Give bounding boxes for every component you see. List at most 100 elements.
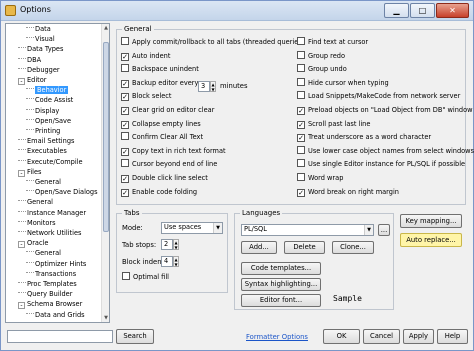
- option-checkbox[interactable]: ✓ Clear grid on editor clear: [121, 105, 214, 115]
- checkmark-icon[interactable]: ✓: [121, 79, 129, 88]
- option-checkbox[interactable]: Backspace unindent: [121, 64, 199, 74]
- option-checkbox[interactable]: Word wrap: [297, 173, 343, 183]
- add-language-button[interactable]: Add...: [241, 241, 277, 254]
- option-checkbox[interactable]: ✓ Enable code folding: [121, 187, 197, 197]
- syntax-highlighting-button[interactable]: Syntax highlighting...: [241, 278, 321, 291]
- scroll-thumb[interactable]: [103, 42, 109, 232]
- tree-item[interactable]: Optimizer Hints: [26, 260, 86, 269]
- checkmark-icon[interactable]: ✓: [297, 120, 305, 129]
- clone-language-button[interactable]: Clone...: [332, 241, 374, 254]
- checkmark-icon[interactable]: ✓: [121, 52, 129, 61]
- option-checkbox[interactable]: ✓ Backup editor every: [121, 78, 198, 88]
- checkmark-icon[interactable]: ✓: [121, 93, 129, 102]
- checkbox-box[interactable]: [297, 145, 305, 154]
- tree-item[interactable]: Transactions: [26, 270, 76, 279]
- tree-item[interactable]: Behavior: [26, 86, 69, 95]
- tree-item[interactable]: Printing: [26, 127, 60, 136]
- tree-item[interactable]: Executables: [18, 147, 67, 156]
- option-checkbox[interactable]: ✓ Word break on right margin: [297, 187, 399, 197]
- checkmark-icon[interactable]: ✓: [121, 175, 129, 183]
- tree-item[interactable]: Execute/Compile: [18, 158, 83, 167]
- tab-stops-input[interactable]: 2: [161, 239, 173, 250]
- tree-item[interactable]: - Schema Browser: [18, 300, 82, 310]
- cancel-button[interactable]: Cancel: [363, 329, 400, 344]
- tree-scrollbar[interactable]: ▲ ▼: [101, 24, 109, 322]
- option-checkbox[interactable]: Group redo: [297, 50, 345, 61]
- tree-item[interactable]: Network Utilities: [18, 229, 81, 238]
- tree-item[interactable]: Instance Manager: [18, 209, 86, 218]
- tree-item[interactable]: - Oracle: [18, 239, 48, 249]
- option-checkbox[interactable]: Hide cursor when typing: [297, 77, 389, 88]
- checkmark-icon[interactable]: ✓: [121, 147, 129, 156]
- option-checkbox[interactable]: ✓ Double click line select: [121, 173, 208, 183]
- search-input[interactable]: [7, 330, 113, 343]
- ok-button[interactable]: OK: [323, 329, 360, 344]
- optimal-fill-checkbox[interactable]: Optimal fill: [122, 272, 169, 282]
- minimize-button[interactable]: ▁: [384, 3, 409, 18]
- block-indent-spinner[interactable]: ▲ ▼: [173, 256, 179, 267]
- tree-item[interactable]: Email Settings: [18, 137, 74, 146]
- tree-item[interactable]: - Files: [18, 168, 41, 177]
- checkbox-box[interactable]: [297, 173, 305, 181]
- checkmark-icon[interactable]: ✓: [297, 134, 305, 143]
- editor-font-button[interactable]: Editor font...: [241, 294, 321, 307]
- collapse-icon[interactable]: -: [18, 302, 25, 310]
- tree-item[interactable]: Open/Save Dialogs: [26, 188, 98, 197]
- option-checkbox[interactable]: ✓ Auto indent: [121, 51, 170, 61]
- language-select[interactable]: PL/SQL ▼: [241, 224, 374, 236]
- checkbox-box[interactable]: [122, 272, 130, 280]
- checkmark-icon[interactable]: ✓: [297, 107, 305, 115]
- tree-item[interactable]: General: [18, 198, 53, 207]
- checkbox-box[interactable]: [297, 37, 305, 45]
- checkmark-icon[interactable]: ✓: [297, 188, 305, 197]
- scroll-up-icon[interactable]: ▲: [102, 24, 109, 32]
- tree-item[interactable]: General: [26, 178, 61, 187]
- option-checkbox[interactable]: ✓ Block select: [121, 91, 172, 102]
- tree-item[interactable]: Monitors: [18, 219, 56, 228]
- option-checkbox[interactable]: Cursor beyond end of line: [121, 159, 217, 169]
- tree-item[interactable]: DBA: [18, 56, 41, 65]
- apply-button[interactable]: Apply: [403, 329, 434, 344]
- tree-item[interactable]: General: [26, 249, 61, 258]
- checkmark-icon[interactable]: ✓: [121, 107, 129, 115]
- option-checkbox[interactable]: ✓ Scroll past last line: [297, 119, 370, 129]
- checkbox-box[interactable]: [121, 159, 129, 168]
- collapse-icon[interactable]: -: [18, 78, 25, 85]
- backup-minutes-input[interactable]: 3: [198, 81, 210, 92]
- checkbox-box[interactable]: [121, 37, 129, 45]
- option-checkbox[interactable]: Use single Editor instance for PL/SQL if…: [297, 159, 465, 169]
- backup-minutes-spinner[interactable]: ▲ ▼: [210, 81, 216, 92]
- options-tree[interactable]: ▲ ▼ Data Visual Data Types DBA Debugger - Edit…: [5, 23, 110, 323]
- auto-replace-button[interactable]: Auto replace...: [400, 233, 462, 247]
- option-checkbox[interactable]: ✓ Preload objects on "Load Object from DB…: [297, 105, 473, 115]
- option-checkbox[interactable]: Load Snippets/MakeCode from network serv…: [297, 91, 460, 101]
- tree-item[interactable]: Query Builder: [18, 290, 72, 299]
- collapse-icon[interactable]: -: [18, 241, 25, 249]
- tree-item[interactable]: Code Assist: [26, 96, 73, 105]
- formatter-options-link[interactable]: Formatter Options: [246, 333, 308, 341]
- option-checkbox[interactable]: Apply commit/rollback to all tabs (threa…: [121, 37, 304, 47]
- code-templates-button[interactable]: Code templates...: [241, 262, 321, 275]
- option-checkbox[interactable]: Use lower case object names from select …: [297, 145, 474, 156]
- tree-item[interactable]: Data Types: [18, 45, 63, 54]
- delete-language-button[interactable]: Delete: [284, 241, 325, 254]
- tab-stops-spinner[interactable]: ▲ ▼: [173, 239, 179, 250]
- tree-item[interactable]: Visual: [26, 35, 55, 44]
- checkmark-icon[interactable]: ✓: [121, 120, 129, 129]
- search-button[interactable]: Search: [116, 329, 154, 344]
- block-indent-input[interactable]: 4: [161, 256, 173, 267]
- option-checkbox[interactable]: Confirm Clear All Text: [121, 132, 203, 142]
- tree-item[interactable]: Debugger: [18, 66, 60, 75]
- option-checkbox[interactable]: Group undo: [297, 64, 347, 74]
- help-button[interactable]: Help: [437, 329, 468, 344]
- tree-item[interactable]: Data: [26, 25, 51, 34]
- checkmark-icon[interactable]: ✓: [121, 188, 129, 197]
- maximize-button[interactable]: □: [410, 3, 435, 18]
- checkbox-box[interactable]: [297, 159, 305, 168]
- title-bar[interactable]: Options ▁ □ ✕: [1, 1, 473, 21]
- tree-item[interactable]: Proc Templates: [18, 280, 77, 289]
- checkbox-box[interactable]: [121, 132, 129, 141]
- checkbox-box[interactable]: [297, 91, 305, 100]
- checkbox-box[interactable]: [121, 64, 129, 73]
- checkbox-box[interactable]: [297, 77, 305, 86]
